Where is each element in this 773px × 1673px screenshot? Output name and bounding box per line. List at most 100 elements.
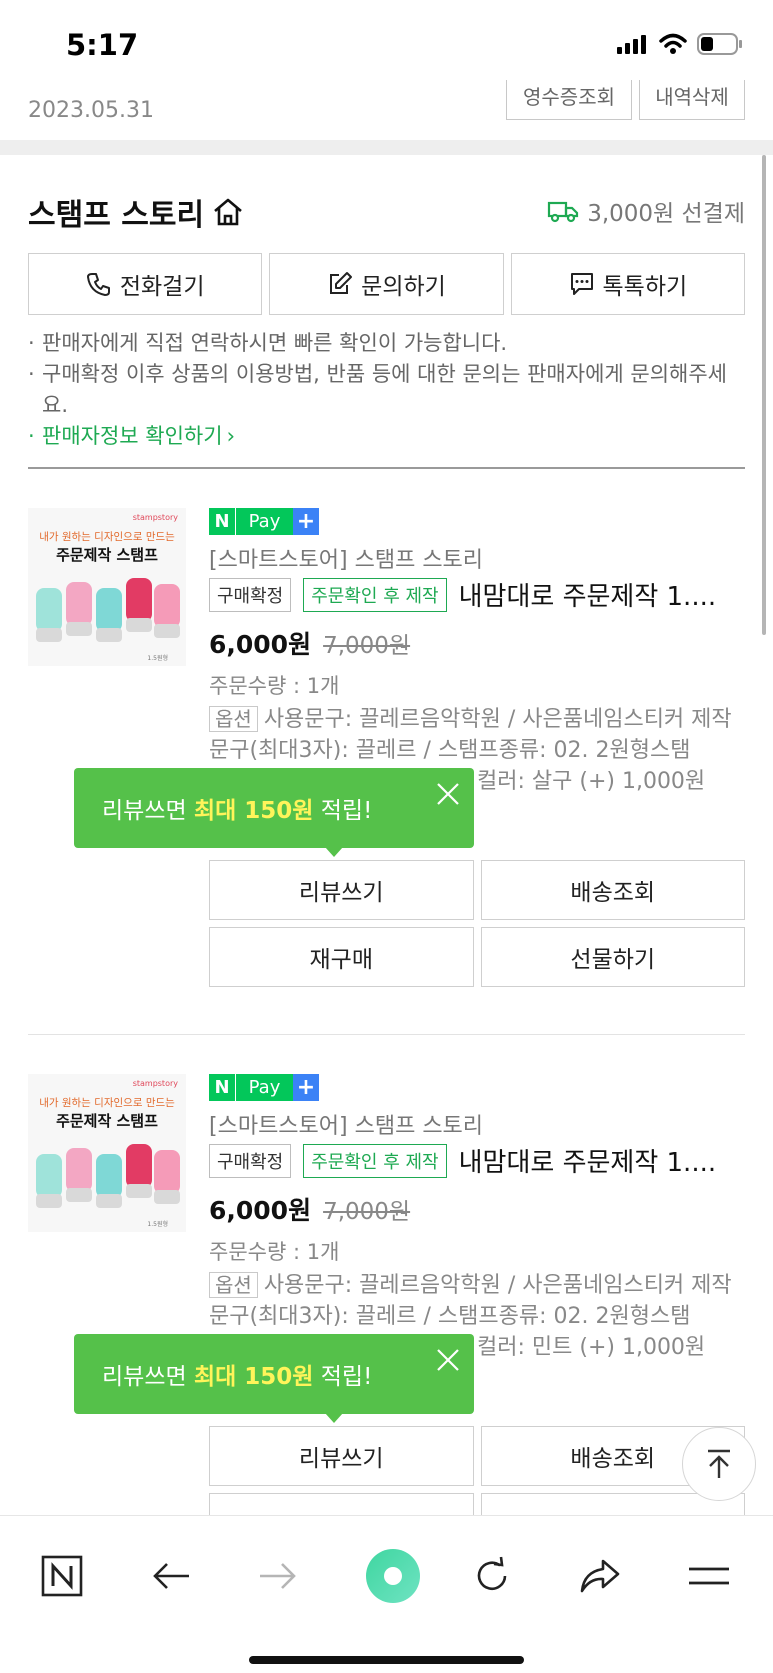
order-history-page: 5:17 2023.05.31 영수증조회 내역삭제 스탬프 스토리 3,000… (0, 0, 773, 1673)
option-text: 사용문구: 끌레르음악학원 / 사은품네임스티커 제작문구(최대3자): 끌레르… (209, 707, 732, 763)
cellular-signal-icon (617, 35, 646, 54)
seller-name[interactable]: 스탬프 스토리 (28, 190, 244, 234)
svg-text:stampstory: stampstory (133, 513, 179, 522)
naver-home-button[interactable] (32, 1546, 92, 1606)
call-button-label: 전화걸기 (119, 274, 205, 300)
option-tag: 옵션 (209, 706, 258, 732)
seller-divider (28, 467, 745, 469)
menu-button[interactable] (679, 1546, 739, 1606)
hamburger-menu-icon (689, 1567, 729, 1585)
order-quantity: 주문수량 : 1개 (209, 1240, 340, 1264)
talktalk-button[interactable]: 톡톡하기 (510, 253, 745, 315)
inquiry-button[interactable]: 문의하기 (269, 253, 504, 315)
edit-icon (330, 272, 353, 294)
product-title[interactable]: 내맘대로 주문제작 1.... (459, 576, 717, 613)
made-to-order-badge: 주문확인 후 제작 (303, 1143, 447, 1178)
arrow-up-icon (708, 1449, 730, 1478)
chevron-right-icon: › (226, 424, 235, 448)
product-thumbnail[interactable]: stampstory 내가 원하는 디자인으로 만드는 주문제작 스탬프 1.5… (28, 1074, 186, 1232)
svg-text:주문제작 스탬프: 주문제작 스탬프 (56, 546, 158, 564)
sale-price: 6,000원 (209, 630, 312, 659)
option-tag: 옵션 (209, 1272, 258, 1298)
made-to-order-badge: 주문확인 후 제작 (303, 577, 447, 612)
purchase-confirmed-badge: 구매확정 (209, 1143, 292, 1178)
naver-pay-plus-badge: N Pay + (209, 508, 319, 535)
phone-icon (86, 273, 110, 296)
wifi-icon (659, 33, 687, 54)
purchase-confirmed-badge: 구매확정 (209, 577, 292, 612)
shipping-fee: 3,000원 선결제 (547, 194, 745, 228)
sale-price: 6,000원 (209, 1196, 312, 1225)
order-actions: 리뷰쓰기 배송조회 재구매 선물하기 (209, 860, 745, 987)
scrollbar[interactable] (762, 155, 766, 635)
note-item: · 판매자에게 직접 연락하시면 빠른 확인이 가능합니다. (28, 331, 508, 355)
status-badges: 구매확정 주문확인 후 제작 내맘대로 주문제작 1.... (209, 1142, 716, 1179)
stamp-product-image: stampstory 내가 원하는 디자인으로 만드는 주문제작 스탬프 1.5… (28, 508, 186, 666)
refresh-icon (477, 1556, 507, 1591)
green-dot-button[interactable] (355, 1538, 431, 1614)
seller-info-link[interactable]: · 판매자정보 확인하기 › (28, 421, 748, 452)
order-header: 2023.05.31 영수증조회 내역삭제 (0, 72, 773, 140)
close-icon[interactable] (436, 782, 460, 806)
store-home-icon (214, 198, 242, 226)
order-quantity: 주문수량 : 1개 (209, 674, 340, 698)
chat-bubble-icon (570, 273, 593, 295)
svg-text:1.5원형: 1.5원형 (147, 654, 168, 662)
tooltip-text: 리뷰쓰면 최대 150원 적립! (102, 1364, 373, 1390)
share-button[interactable] (570, 1546, 630, 1606)
status-time: 5:17 (66, 28, 139, 62)
product-thumbnail[interactable]: stampstory 내가 원하는 디자인으로 만드는 주문제작 스탬프 1.5… (28, 508, 186, 666)
call-button[interactable]: 전화걸기 (28, 253, 263, 315)
forward-button[interactable] (248, 1546, 308, 1606)
status-bar: 5:17 (0, 0, 773, 80)
share-icon (580, 1559, 620, 1593)
seller-notes: · 판매자에게 직접 연락하시면 빠른 확인이 가능합니다. · 구매확정 이후 상… (28, 328, 748, 452)
rebuy-button[interactable]: 재구매 (209, 927, 474, 987)
store-name: [스마트스토어] 스탬프 스토리 (209, 1114, 484, 1139)
order-date: 2023.05.31 (28, 98, 154, 123)
original-price: 7,000원 (323, 1199, 411, 1225)
store-name: [스마트스토어] 스탬프 스토리 (209, 548, 484, 573)
reload-button[interactable] (462, 1546, 522, 1606)
svg-text:주문제작 스탬프: 주문제작 스탬프 (56, 1112, 158, 1130)
order-item: stampstory 내가 원하는 디자인으로 만드는 주문제작 스탬프 1.5… (0, 508, 773, 1028)
svg-text:stampstory: stampstory (133, 1079, 179, 1088)
shipping-fee-text: 3,000원 선결제 (587, 201, 745, 227)
scroll-to-top-button[interactable] (682, 1427, 756, 1501)
stamp-product-image: stampstory 내가 원하는 디자인으로 만드는 주문제작 스탬프 1.5… (28, 1074, 186, 1232)
arrow-left-icon (153, 1563, 189, 1589)
svg-text:내가 원하는 디자인으로 만드는: 내가 원하는 디자인으로 만드는 (39, 1096, 175, 1109)
naver-pay-plus-badge: N Pay + (209, 1074, 319, 1101)
price-row: 6,000원 7,000원 (209, 1191, 410, 1227)
note-item: · 구매확정 이후 상품의 이용방법, 반품 등에 대한 문의는 판매자에게 문의… (28, 362, 727, 417)
gift-button[interactable]: 선물하기 (480, 927, 745, 987)
track-delivery-button[interactable]: 배송조회 (480, 860, 745, 920)
svg-text:1.5원형: 1.5원형 (147, 1220, 168, 1228)
price-row: 6,000원 7,000원 (209, 625, 410, 661)
naver-n-icon (41, 1555, 83, 1597)
svg-text:내가 원하는 디자인으로 만드는: 내가 원하는 디자인으로 만드는 (39, 530, 175, 543)
item-divider (28, 1034, 745, 1035)
write-review-button[interactable]: 리뷰쓰기 (209, 1426, 474, 1486)
status-icons (617, 33, 743, 55)
product-title[interactable]: 내맘대로 주문제작 1.... (459, 1142, 717, 1179)
option-text: 사용문구: 끌레르음악학원 / 사은품네임스티커 제작문구(최대3자): 끌레르… (209, 1273, 732, 1329)
tooltip-arrow (325, 1413, 343, 1423)
battery-icon (697, 33, 742, 55)
write-review-button[interactable]: 리뷰쓰기 (209, 860, 474, 920)
inquiry-button-label: 문의하기 (361, 274, 446, 300)
arrow-right-icon (260, 1563, 296, 1589)
original-price: 7,000원 (323, 633, 411, 659)
section-divider (0, 140, 773, 155)
delivery-truck-icon (548, 201, 579, 223)
tooltip-arrow (325, 847, 343, 857)
close-icon[interactable] (436, 1348, 460, 1372)
status-badges: 구매확정 주문확인 후 제작 내맘대로 주문제작 1.... (209, 576, 716, 613)
browser-toolbar (0, 1515, 773, 1673)
review-reward-tooltip[interactable]: 리뷰쓰면 최대 150원 적립! (74, 768, 474, 857)
green-dot-icon (366, 1549, 420, 1603)
review-reward-tooltip[interactable]: 리뷰쓰면 최대 150원 적립! (74, 1334, 474, 1423)
tooltip-text: 리뷰쓰면 최대 150원 적립! (102, 798, 373, 824)
contact-buttons: 전화걸기 문의하기 톡톡하기 (28, 253, 745, 315)
back-button[interactable] (141, 1546, 201, 1606)
